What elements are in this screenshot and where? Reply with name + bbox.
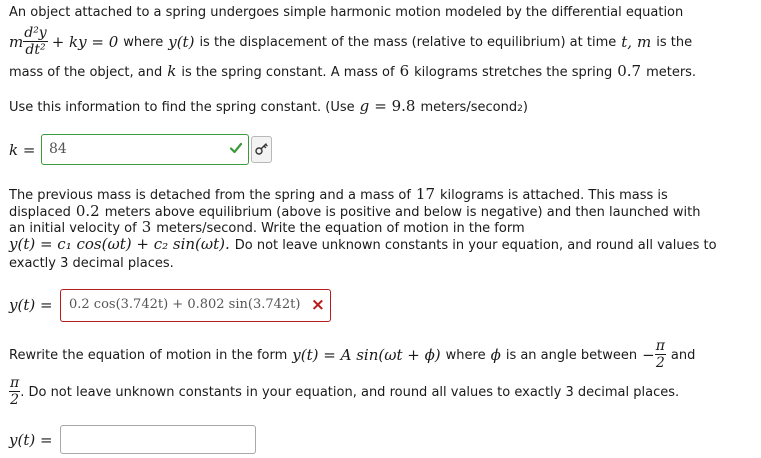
part3-line-2: π 2 . Do not leave unknown constants in … bbox=[9, 373, 679, 411]
math-form-amp-phase: y(t) = A sin(ωt + ϕ) bbox=[292, 346, 441, 364]
eq-fraction: d²y dt² bbox=[23, 25, 48, 58]
pi-denominator-2: 2 bbox=[10, 392, 20, 408]
eq-denominator: dt² bbox=[25, 42, 46, 58]
math-3: 3 bbox=[141, 218, 152, 236]
part2-line-4: y(t) = c₁ cos(ωt) + c₂ sin(ωt). Do not l… bbox=[9, 235, 717, 253]
key-icon[interactable] bbox=[251, 136, 272, 163]
math-k: k bbox=[167, 62, 177, 80]
part2-line-3: an initial velocity of 3 meters/second. … bbox=[9, 218, 525, 236]
text-use-info: Use this information to find the spring … bbox=[9, 100, 355, 115]
pi-numerator-2: π bbox=[9, 375, 21, 392]
eq-numerator: d²y bbox=[23, 25, 48, 42]
text-where-2: where bbox=[445, 347, 486, 363]
intro-line-1: An object attached to a spring undergoes… bbox=[9, 5, 684, 20]
y-input-1[interactable]: 0.2 cos(3.742t) + 0.802 sin(3.742t) × bbox=[60, 289, 331, 322]
y-input-1-value: 0.2 cos(3.742t) + 0.802 sin(3.742t) bbox=[69, 297, 301, 312]
math-0-7: 0.7 bbox=[617, 62, 642, 80]
y-input-2[interactable] bbox=[60, 425, 256, 454]
k-label: k = bbox=[9, 141, 36, 159]
intro-line-2: m d²y dt² + ky = 0 where y(t) is the dis… bbox=[9, 22, 692, 62]
math-m: m bbox=[637, 33, 652, 51]
text-meters-second: meters/second. Write the equation of mot… bbox=[156, 221, 525, 236]
pi-over-2: π 2 bbox=[9, 375, 21, 408]
intro-line-3: mass of the object, and k is the spring … bbox=[9, 62, 696, 80]
text-where: where bbox=[123, 34, 164, 50]
part2-line-5: exactly 3 decimal places. bbox=[9, 256, 174, 271]
math-phi: ϕ bbox=[490, 346, 501, 364]
text-rewrite: Rewrite the equation of motion in the fo… bbox=[9, 347, 288, 363]
text-no-unknowns: Do not leave unknown constants in your e… bbox=[234, 238, 717, 253]
math-9-8: = 9.8 bbox=[374, 97, 416, 115]
text-angle-between: is an angle between bbox=[505, 347, 638, 363]
text-no-unknowns-2: . Do not leave unknown constants in your… bbox=[20, 384, 680, 400]
math-yt: y(t) bbox=[168, 33, 195, 51]
part3-line-1: Rewrite the equation of motion in the fo… bbox=[9, 336, 695, 374]
y-label-1: y(t) = bbox=[9, 296, 53, 314]
k-input[interactable]: 84 bbox=[41, 134, 249, 165]
text-kilograms-attached: kilograms is attached. This mass is bbox=[440, 188, 668, 203]
text-and: and bbox=[670, 347, 696, 363]
text-mass-of-object: mass of the object, and bbox=[9, 65, 163, 80]
intro-line-4: Use this information to find the spring … bbox=[9, 97, 528, 115]
text-is-the: is the bbox=[656, 34, 693, 50]
text-displacement: is the displacement of the mass (relativ… bbox=[199, 34, 617, 50]
text-spring-constant: is the spring constant. A mass of bbox=[181, 65, 395, 80]
pi-denominator-1: 2 bbox=[655, 355, 665, 371]
y-label-2: y(t) = bbox=[9, 431, 53, 449]
math-negative: − bbox=[642, 346, 655, 364]
math-17: 17 bbox=[415, 185, 436, 203]
math-form-c1-c2: y(t) = c₁ cos(ωt) + c₂ sin(ωt). bbox=[9, 235, 230, 253]
text-units: meters/second bbox=[420, 100, 518, 115]
neg-pi-over-2: π 2 bbox=[654, 338, 666, 371]
eq-rest: + ky = 0 bbox=[51, 33, 119, 51]
k-input-value: 84 bbox=[49, 141, 67, 157]
eq-mass: m bbox=[9, 33, 24, 51]
text-kilograms: kilograms stretches the spring bbox=[414, 65, 613, 80]
math-t: t, bbox=[621, 33, 633, 51]
cross-icon: × bbox=[310, 295, 325, 315]
text-previous-mass: The previous mass is detached from the s… bbox=[9, 188, 411, 203]
text-close-paren: ) bbox=[522, 100, 528, 115]
part2-line-1: The previous mass is detached from the s… bbox=[9, 185, 668, 203]
math-6: 6 bbox=[399, 62, 410, 80]
check-icon bbox=[229, 141, 243, 159]
pi-numerator-1: π bbox=[654, 338, 666, 355]
math-g: g bbox=[359, 97, 370, 115]
text-initial-velocity: an initial velocity of bbox=[9, 221, 137, 236]
text-meters: meters. bbox=[646, 65, 697, 80]
